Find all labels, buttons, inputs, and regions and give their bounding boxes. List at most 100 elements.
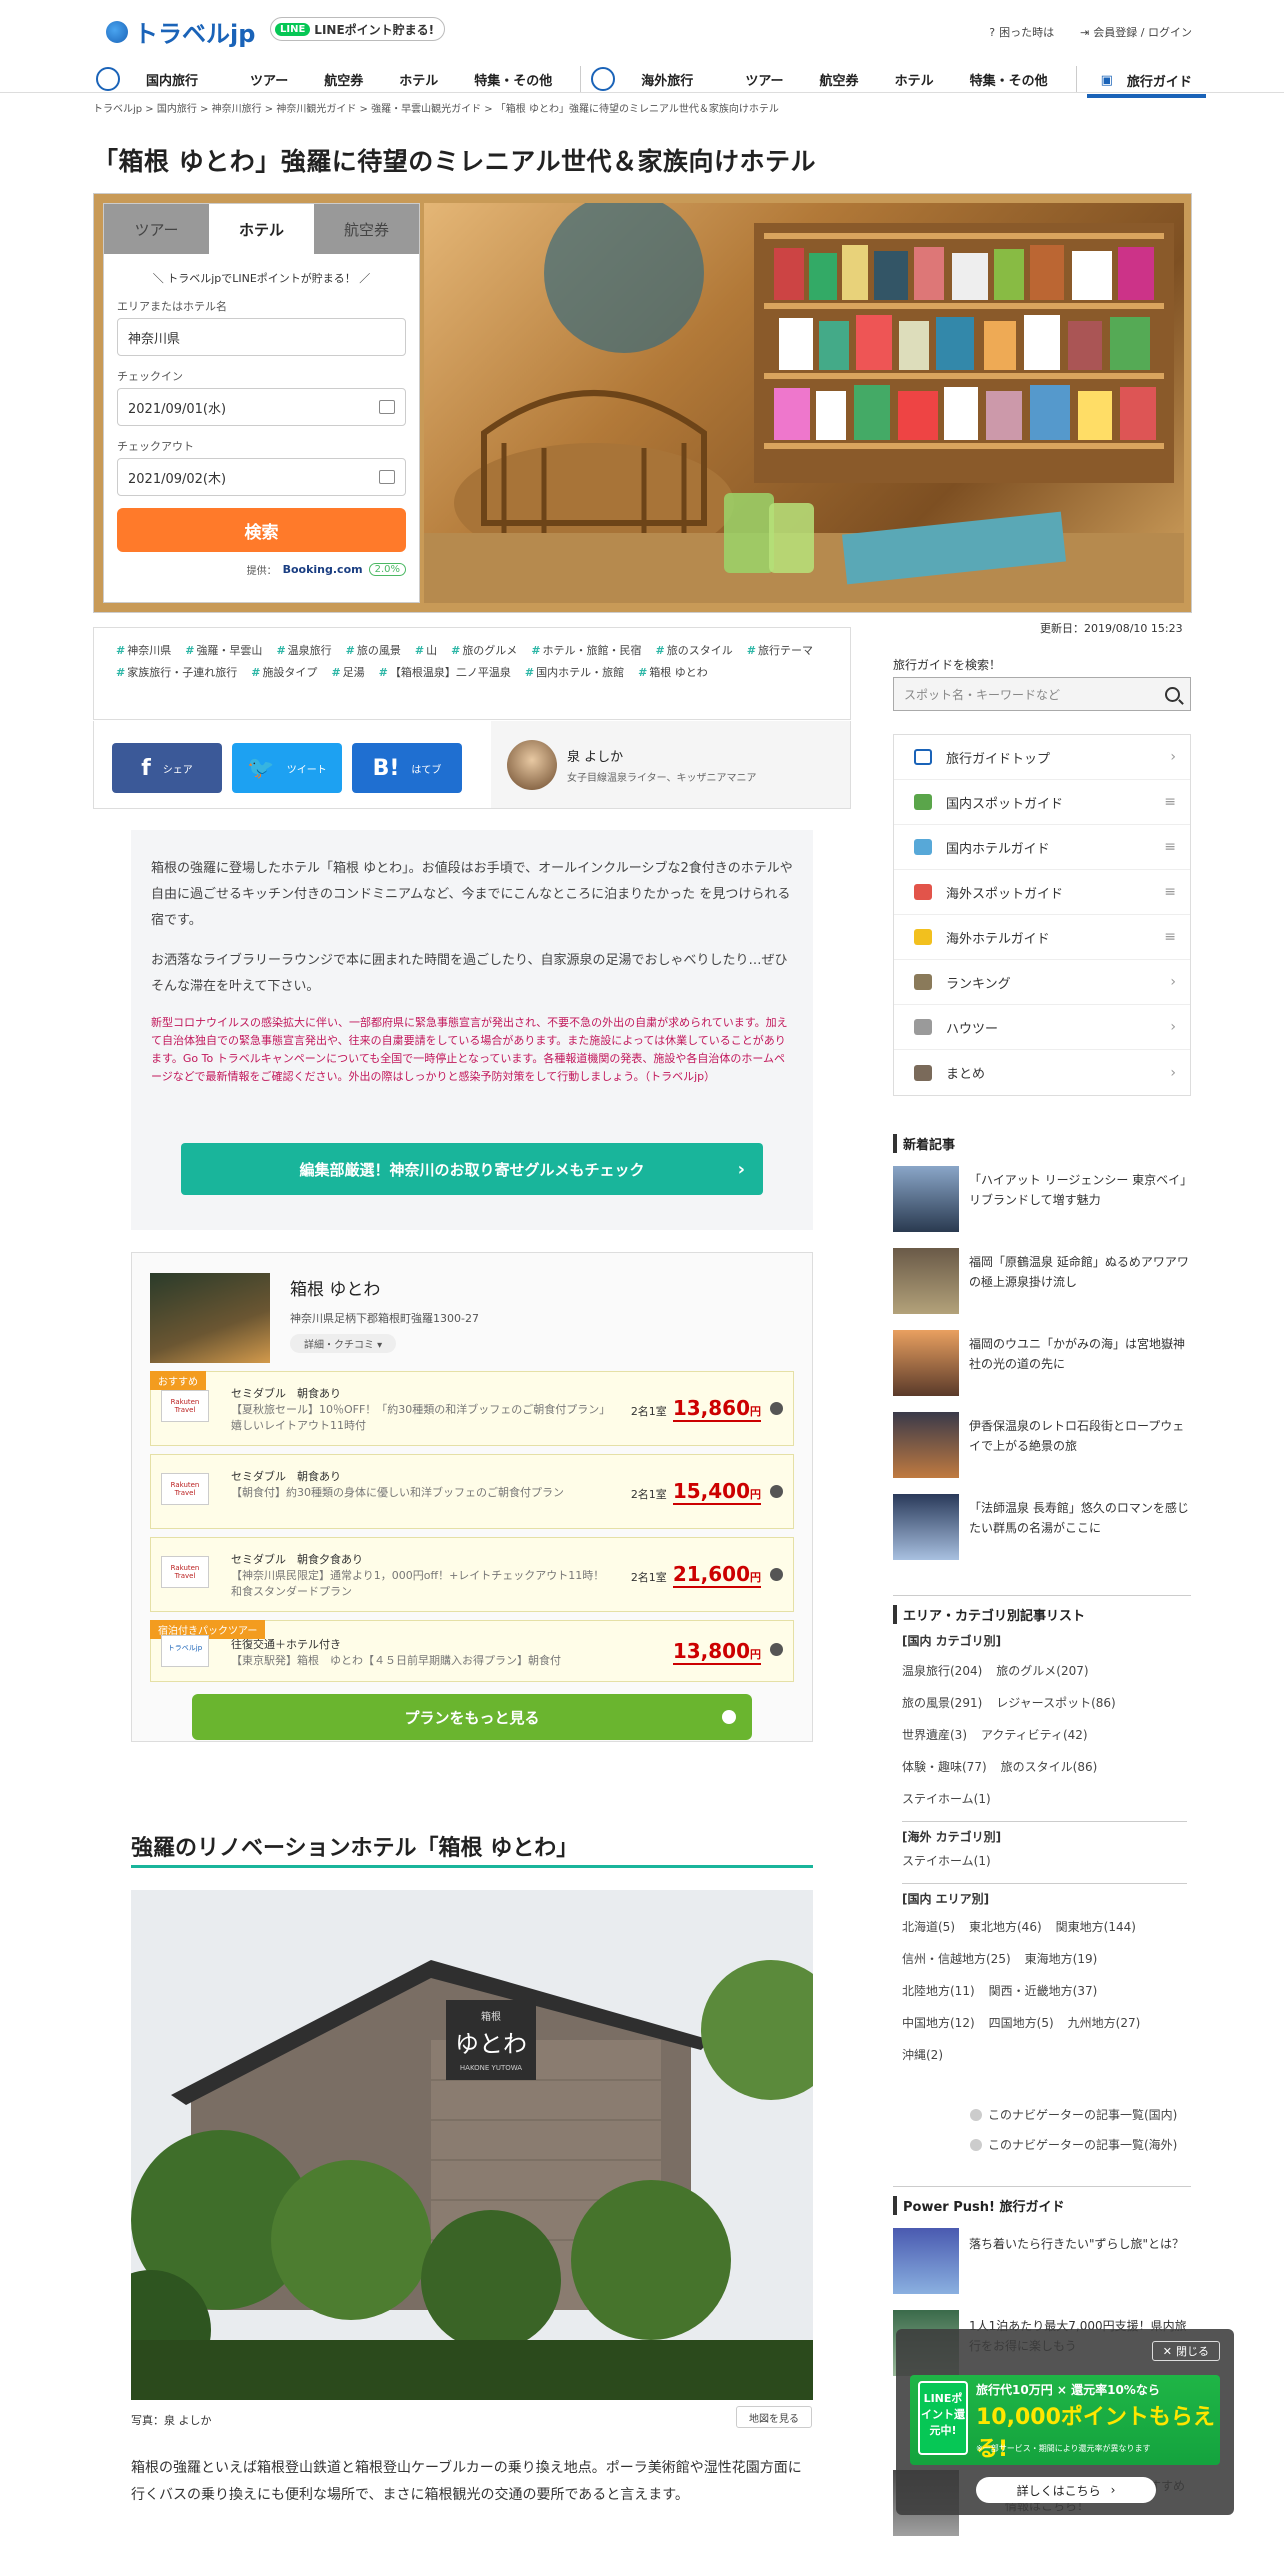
breadcrumb[interactable]: トラベルjp > 国内旅行 > 神奈川旅行 > 神奈川観光ガイド > 強羅・早雲…: [93, 100, 779, 115]
tag[interactable]: 山: [415, 642, 437, 658]
tag[interactable]: 【箱根温泉】二ノ平温泉: [379, 664, 511, 680]
search-icon[interactable]: [1165, 686, 1180, 702]
area-input[interactable]: 神奈川県: [117, 318, 406, 356]
gourmet-check-button[interactable]: 編集部厳選！神奈川のお取り寄せグルメもチェック: [181, 1143, 763, 1195]
nav-domestic-hotel[interactable]: ホテル: [381, 66, 456, 92]
nav-travel-guide[interactable]: ▣ 旅行ガイド: [1086, 66, 1206, 98]
area-link[interactable]: 北陸地方(11): [902, 1975, 975, 2007]
intro-paragraph: お洒落なライブラリーラウンジで本に囲まれた時間を過ごしたり、自家源泉の足湯でおし…: [151, 953, 788, 994]
tag[interactable]: 箱根 ゆとわ: [638, 664, 708, 680]
area-link[interactable]: 沖縄(2): [902, 2039, 943, 2071]
news-thumbnail: [893, 1412, 959, 1478]
plan-row[interactable]: Rakuten Travel セミダブル 朝食あり 【朝食付】約30種類の身体に…: [150, 1454, 794, 1529]
area-link[interactable]: 信州・信越地方(25): [902, 1943, 1011, 1975]
tab-flight[interactable]: 航空券: [314, 204, 419, 254]
news-item[interactable]: 「ハイアット リージェンシー 東京ベイ」リブランドして増す魅力: [893, 1166, 1191, 1232]
nav-domestic[interactable]: 国内旅行: [128, 66, 216, 92]
tag[interactable]: 旅のグルメ: [451, 642, 517, 658]
tag[interactable]: 国内ホテル・旅館: [525, 664, 624, 680]
facebook-share-button[interactable]: f シェア: [112, 743, 222, 793]
nav-domestic-special[interactable]: 特集・その他: [456, 66, 570, 92]
tab-tour[interactable]: ツアー: [104, 204, 209, 254]
navigator-overseas-link[interactable]: このナビゲーターの記事一覧(海外): [970, 2136, 1177, 2153]
arrow-circle-icon: [770, 1568, 783, 1581]
category-link[interactable]: ステイホーム(1): [902, 1783, 991, 1815]
nav-overseas-hotel[interactable]: ホテル: [877, 66, 952, 92]
tag[interactable]: 温泉旅行: [276, 642, 332, 658]
sidebar-item-guide-top[interactable]: 旅行ガイドトップ ›: [894, 735, 1190, 780]
tab-hotel[interactable]: ホテル: [209, 204, 314, 254]
category-link[interactable]: 旅のスタイル(86): [1001, 1751, 1098, 1783]
tag[interactable]: ホテル・旅館・民宿: [531, 642, 642, 658]
nav-domestic-tour[interactable]: ツアー: [232, 66, 306, 92]
area-link[interactable]: 北海道(5): [902, 1911, 955, 1943]
sidebar-item-matome[interactable]: まとめ ›: [894, 1050, 1190, 1095]
hatena-share-button[interactable]: B! はてブ: [352, 743, 462, 793]
help-link[interactable]: ? 困った時は: [989, 24, 1054, 40]
hotel-exterior-photo: 箱根 ゆとわ HAKONE YUTOWA: [131, 1890, 813, 2400]
power-push-item[interactable]: 落ち着いたら行きたい"ずらし旅"とは？: [893, 2228, 1191, 2294]
news-item[interactable]: 福岡「原鶴温泉 延命館」ぬるめアワアワの極上源泉掛け流し: [893, 1248, 1191, 1314]
nav-domestic-flight[interactable]: 航空券: [306, 66, 381, 92]
view-map-button[interactable]: 地図を見る: [736, 2406, 812, 2428]
plan-row[interactable]: 宿泊付きパックツアー トラベルjp 往復交通＋ホテル付き 【東京駅発】箱根 ゆと…: [150, 1620, 794, 1682]
tag[interactable]: 施設タイプ: [251, 664, 317, 680]
plan-row[interactable]: おすすめ Rakuten Travel セミダブル 朝食あり 【夏秋旅セール】1…: [150, 1371, 794, 1446]
category-link[interactable]: アクティビティ(42): [981, 1719, 1088, 1751]
checkin-input[interactable]: 2021/09/01(水): [117, 388, 406, 426]
news-item[interactable]: 伊香保温泉のレトロ石段街とロープウェイで上がる絶景の旅: [893, 1412, 1191, 1478]
line-points-badge[interactable]: LINE LINEポイント貯まる!: [270, 17, 446, 41]
area-link[interactable]: 東北地方(46): [969, 1911, 1042, 1943]
nav-overseas-flight[interactable]: 航空券: [802, 66, 877, 92]
area-link[interactable]: 九州地方(27): [1068, 2007, 1141, 2039]
category-link[interactable]: レジャースポット(86): [996, 1687, 1115, 1719]
sidebar-item-domestic-spot[interactable]: 国内スポットガイド ≡: [894, 780, 1190, 825]
hotel-name[interactable]: 箱根 ゆとわ: [290, 1275, 479, 1300]
area-link[interactable]: 関東地方(144): [1056, 1911, 1136, 1943]
category-link[interactable]: 温泉旅行(204): [902, 1655, 982, 1687]
twitter-share-button[interactable]: 🐦 ツイート: [232, 743, 342, 793]
navigator-domestic-link[interactable]: このナビゲーターの記事一覧(国内): [970, 2106, 1177, 2123]
sidebar-item-overseas-hotel[interactable]: 海外ホテルガイド ≡: [894, 915, 1190, 960]
category-link[interactable]: 世界遺産(3): [902, 1719, 967, 1751]
sidebar-item-howto[interactable]: ハウツー ›: [894, 1005, 1190, 1050]
sidebar-item-ranking[interactable]: ランキング ›: [894, 960, 1190, 1005]
news-item[interactable]: 「法師温泉 長寿館」悠久のロマンを感じたい群馬の名湯がここに: [893, 1494, 1191, 1560]
tag[interactable]: 旅のスタイル: [656, 642, 733, 658]
category-link[interactable]: 体験・趣味(77): [902, 1751, 987, 1783]
sidebar-search-title: 旅行ガイドを検索！: [893, 658, 1002, 672]
tag[interactable]: 強羅・早雲山: [185, 642, 262, 658]
close-banner-button[interactable]: ✕ 閉じる: [1151, 2341, 1220, 2361]
area-link[interactable]: 東海地方(19): [1025, 1943, 1098, 1975]
category-link[interactable]: 旅の風景(291): [902, 1687, 982, 1719]
tag[interactable]: 旅の風景: [346, 642, 401, 658]
area-link[interactable]: 関西・近畿地方(37): [989, 1975, 1098, 2007]
guide-search-input[interactable]: スポット名・キーワードなど: [893, 677, 1191, 711]
checkout-input[interactable]: 2021/09/02(木): [117, 458, 406, 496]
tag[interactable]: 足湯: [331, 664, 365, 680]
line-points-ad[interactable]: LINEポイント還元中! 旅行代10万円 × 還元率10%なら 10,000ポイ…: [910, 2375, 1220, 2465]
search-button[interactable]: 検索: [117, 508, 406, 552]
plan-row[interactable]: Rakuten Travel セミダブル 朝食夕食あり 【神奈川県民限定】通常よ…: [150, 1537, 794, 1612]
login-link[interactable]: ⇥ 会員登録 / ログイン: [1080, 24, 1192, 40]
sidebar-item-domestic-hotel[interactable]: 国内ホテルガイド ≡: [894, 825, 1190, 870]
nav-overseas[interactable]: 海外旅行: [623, 66, 711, 92]
area-link[interactable]: 四国地方(5): [989, 2007, 1054, 2039]
tag[interactable]: 神奈川県: [116, 642, 171, 658]
author-card[interactable]: 泉 よしか 女子目線温泉ライター、キッザニアマニア: [491, 721, 850, 808]
hotel-thumbnail[interactable]: [150, 1273, 270, 1363]
nav-overseas-tour[interactable]: ツアー: [727, 66, 801, 92]
tag[interactable]: 旅行テーマ: [747, 642, 813, 658]
detail-reviews-toggle[interactable]: 詳細・クチコミ ▾: [290, 1334, 397, 1353]
site-logo[interactable]: トラベルjp: [106, 14, 255, 49]
news-thumbnail: [893, 1330, 959, 1396]
nav-overseas-special[interactable]: 特集・その他: [952, 66, 1066, 92]
details-button[interactable]: 詳しくはこちら ›: [976, 2477, 1156, 2503]
category-link[interactable]: ステイホーム(1): [902, 1845, 991, 1877]
category-link[interactable]: 旅のグルメ(207): [996, 1655, 1088, 1687]
more-plans-button[interactable]: プランをもっと見る: [192, 1694, 752, 1740]
news-item[interactable]: 福岡のウユニ「かがみの海」は宮地嶽神社の光の道の先に: [893, 1330, 1191, 1396]
sidebar-item-overseas-spot[interactable]: 海外スポットガイド ≡: [894, 870, 1190, 915]
area-link[interactable]: 中国地方(12): [902, 2007, 975, 2039]
tag[interactable]: 家族旅行・子連れ旅行: [116, 664, 237, 680]
